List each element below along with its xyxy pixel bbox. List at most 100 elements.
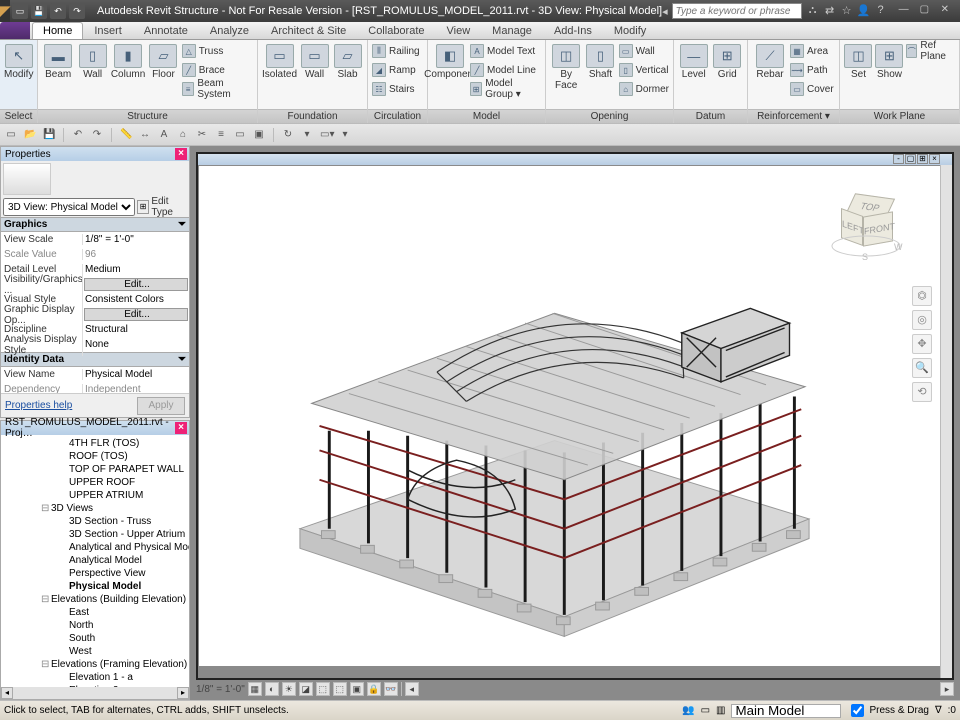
subscription-icon[interactable]: ⛬ <box>806 4 820 18</box>
vc-sun-icon[interactable]: ☀ <box>282 682 296 696</box>
vc-crop-icon[interactable]: ⬚ <box>333 682 347 696</box>
prop-group-graphics[interactable]: Graphics⏷ <box>1 217 189 232</box>
project-browser-tree[interactable]: 4TH FLR (TOS)ROOF (TOS)TOP OF PARAPET WA… <box>1 435 189 699</box>
tab-add-ins[interactable]: Add-Ins <box>543 22 603 39</box>
datum-grid-button[interactable]: ⊞Grid <box>712 42 744 80</box>
vc-detail-icon[interactable]: ▦ <box>248 682 262 696</box>
qat-redo-icon[interactable]: ↷ <box>69 3 85 19</box>
properties-close-icon[interactable]: × <box>175 148 187 160</box>
tab-modify[interactable]: Modify <box>603 22 657 39</box>
browser-hscroll[interactable]: ◂ ▸ <box>1 687 189 699</box>
tree-node[interactable]: East <box>3 606 187 619</box>
tree-node[interactable]: Analytical Model <box>3 554 187 567</box>
vc-render-icon[interactable]: ⬚ <box>316 682 330 696</box>
ob-open-icon[interactable]: 📂 <box>23 128 37 142</box>
ob-sync-icon[interactable]: ↻ <box>281 128 295 142</box>
favorite-icon[interactable]: ☆ <box>840 4 854 18</box>
tree-node[interactable]: Perspective View <box>3 567 187 580</box>
qat-undo-icon[interactable]: ↶ <box>50 3 66 19</box>
tree-node[interactable]: UPPER ATRIUM <box>3 489 187 502</box>
prop-row[interactable]: View Scale1/8" = 1'-0" <box>1 232 189 247</box>
model-component-button[interactable]: ◧Component <box>432 42 468 80</box>
vf-close-icon[interactable]: × <box>929 154 940 164</box>
nav-zoom-icon[interactable]: 🔍 <box>912 358 932 378</box>
prop-row[interactable]: Scale Value96 <box>1 247 189 262</box>
workplane-show-button[interactable]: ⊞Show <box>875 42 904 80</box>
nav-home-icon[interactable]: ⏣ <box>912 286 932 306</box>
vc-left-icon[interactable]: ◂ <box>405 682 419 696</box>
structure-column-button[interactable]: ▮Column <box>111 42 145 80</box>
property-grid[interactable]: Graphics⏷View Scale1/8" = 1'-0"Scale Val… <box>1 217 189 393</box>
tree-node[interactable]: ⊟Elevations (Framing Elevation) <box>3 658 187 671</box>
tree-node[interactable]: Elevation 1 - a <box>3 671 187 684</box>
tree-node[interactable]: TOP OF PARAPET WALL <box>3 463 187 476</box>
viewcube[interactable]: TOP LEFT FRONT S W <box>832 190 912 270</box>
apply-button[interactable]: Apply <box>137 397 185 415</box>
ob-measure-icon[interactable]: 📏 <box>119 128 133 142</box>
tree-node[interactable]: UPPER ROOF <box>3 476 187 489</box>
ob-thinlines-icon[interactable]: ≡ <box>214 128 228 142</box>
foundation-wall-button[interactable]: ▭Wall <box>299 42 330 80</box>
qat-save-icon[interactable]: 💾 <box>31 3 47 19</box>
tab-architect-site[interactable]: Architect & Site <box>260 22 357 39</box>
ob-new-icon[interactable]: ▭ <box>4 128 18 142</box>
status-workset-pick-icon[interactable]: ▥ <box>716 705 725 716</box>
tree-node[interactable]: ROOF (TOS) <box>3 450 187 463</box>
app-menu-icon[interactable]: ◤ <box>0 0 10 22</box>
type-selector[interactable]: 3D View: Physical Model <box>3 198 135 216</box>
circulation-stairs-button[interactable]: ☷Stairs <box>372 80 420 98</box>
scroll-right-icon[interactable]: ▸ <box>177 687 189 699</box>
prop-row[interactable]: Analysis Display StyleNone <box>1 337 189 352</box>
help-search-input[interactable] <box>672 3 802 19</box>
tree-node[interactable]: 3D Section - Truss <box>3 515 187 528</box>
properties-help-link[interactable]: Properties help <box>5 400 72 411</box>
prop-row[interactable]: Visibility/Graphics ...Edit... <box>1 277 189 292</box>
structure-brace-button[interactable]: ╱Brace <box>182 61 253 79</box>
ob-section-icon[interactable]: ✂ <box>195 128 209 142</box>
scroll-left-icon[interactable]: ◂ <box>1 687 13 699</box>
drawing-canvas[interactable]: TOP LEFT FRONT S W ⏣ ◎ ✥ 🔍 ⟲ <box>199 166 940 666</box>
scroll-track[interactable] <box>13 687 177 699</box>
opening-shaft-button[interactable]: ▯Shaft <box>584 42 616 80</box>
ob-3d-icon[interactable]: ⌂ <box>176 128 190 142</box>
vc-lock-icon[interactable]: 🔒 <box>367 682 381 696</box>
project-browser-title[interactable]: RST_ROMULUS_MODEL_2011.rvt - Proj… × <box>1 421 189 435</box>
tree-node[interactable]: Physical Model <box>3 580 187 593</box>
structure-floor-button[interactable]: ▱Floor <box>147 42 179 80</box>
ob-undo-icon[interactable]: ↶ <box>71 128 85 142</box>
view-scale[interactable]: 1/8" = 1'-0" <box>196 684 245 695</box>
vf-max-icon[interactable]: ▢ <box>905 154 916 164</box>
properties-title[interactable]: Properties × <box>1 147 189 161</box>
maximize-icon[interactable]: ▢ <box>920 4 934 18</box>
ob-d1-icon[interactable]: ▾ <box>300 128 314 142</box>
structure-beam-system-button[interactable]: ≡Beam System <box>182 80 253 98</box>
structure-truss-button[interactable]: △Truss <box>182 42 253 60</box>
filter-icon[interactable]: ∇ <box>935 705 942 716</box>
reinforcement-area-button[interactable]: ▦Area <box>790 42 834 60</box>
view-frame-titlebar[interactable] <box>198 154 952 165</box>
prop-row[interactable]: Graphic Display Op...Edit... <box>1 307 189 322</box>
prop-row[interactable]: View NamePhysical Model <box>1 367 189 382</box>
tab-insert[interactable]: Insert <box>83 22 133 39</box>
reinforcement-rebar-button[interactable]: ⟋Rebar <box>752 42 788 80</box>
select-modify-button[interactable]: ↖Modify <box>4 42 33 80</box>
tab-collaborate[interactable]: Collaborate <box>357 22 435 39</box>
ob-redo-icon[interactable]: ↷ <box>90 128 104 142</box>
vc-temp-hide-icon[interactable]: 👓 <box>384 682 398 696</box>
tab-analyze[interactable]: Analyze <box>199 22 260 39</box>
tree-node[interactable]: ⊟3D Views <box>3 502 187 515</box>
press-drag-toggle[interactable]: Press & Drag <box>847 701 928 720</box>
ob-close-icon[interactable]: ▭ <box>233 128 247 142</box>
status-editable-icon[interactable]: ▭ <box>701 705 710 716</box>
close-icon[interactable]: ✕ <box>941 4 955 18</box>
tab-manage[interactable]: Manage <box>481 22 543 39</box>
circulation-ramp-button[interactable]: ◢Ramp <box>372 61 420 79</box>
ob-d2-icon[interactable]: ▭▾ <box>319 128 333 142</box>
ob-d3-icon[interactable]: ▾ <box>338 128 352 142</box>
ob-text-icon[interactable]: A <box>157 128 171 142</box>
tree-node[interactable]: West <box>3 645 187 658</box>
tab-annotate[interactable]: Annotate <box>133 22 199 39</box>
status-workset-icon[interactable]: 👥 <box>682 705 694 716</box>
signin-icon[interactable]: 👤 <box>857 4 871 18</box>
tab-view[interactable]: View <box>436 22 482 39</box>
